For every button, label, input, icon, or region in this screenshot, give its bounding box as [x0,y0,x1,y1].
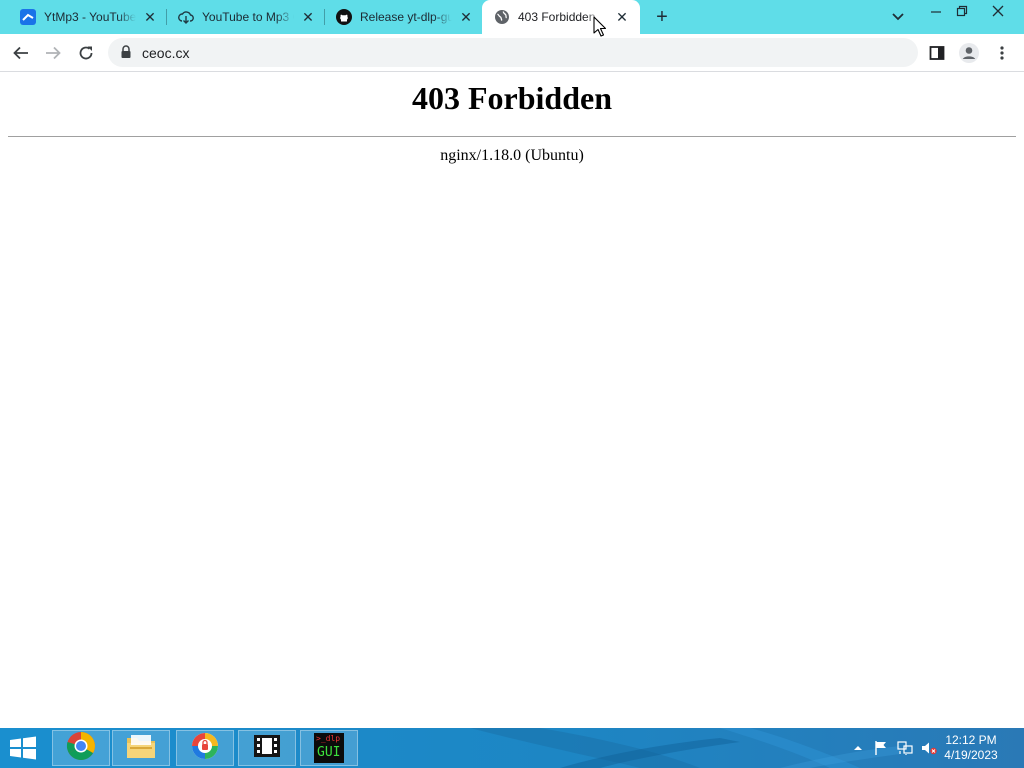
forward-button[interactable] [40,40,66,66]
volume-muted-icon[interactable] [921,740,937,756]
reload-button[interactable] [73,40,99,66]
page-title: 403 Forbidden [411,80,613,116]
taskbar-chrome[interactable] [52,730,110,766]
tab-search-chevron-icon[interactable] [889,9,907,25]
globe-icon [494,9,510,25]
tab-title: 403 Forbidden [518,10,596,24]
profile-avatar[interactable] [956,40,982,66]
taskbar-vpn[interactable] [176,730,234,766]
cloud-download-icon [178,9,194,25]
close-tab-icon[interactable]: ✕ [300,9,316,25]
divider [8,136,1016,137]
vpn-icon [190,731,220,766]
chrome-icon [66,731,96,766]
tab-title: YtMp3 - YouTube [44,10,136,24]
lock-icon[interactable] [120,45,132,59]
address-bar[interactable] [108,38,918,67]
close-tab-icon[interactable]: ✕ [614,9,630,25]
media-player-icon [252,733,282,764]
taskbar: >_dlp GUI 12:12 PM 4/19/2023 [0,728,1024,768]
system-clock[interactable]: 12:12 PM 4/19/2023 [936,733,1006,763]
show-hidden-icons-icon[interactable] [850,740,866,756]
tab-title: Release yt-dlp-gui [360,10,452,24]
clock-date: 4/19/2023 [944,748,998,762]
url-text[interactable]: ceoc.cx [142,45,189,61]
tab-release-yt-dlp-gui[interactable]: Release yt-dlp-gui ✕ [316,0,484,34]
more-menu-icon[interactable] [989,40,1015,66]
github-icon [336,9,352,25]
server-signature: nginx/1.18.0 (Ubuntu) [440,147,584,164]
back-button[interactable] [8,40,34,66]
tab-title: YouTube to Mp3 C [202,10,294,24]
mouse-cursor-icon [593,16,607,38]
network-icon[interactable] [897,740,913,756]
clock-time: 12:12 PM [945,733,997,747]
file-explorer-icon [125,732,157,765]
page-content: 403 Forbidden nginx/1.18.0 (Ubuntu) [0,72,1024,728]
tab-youtube-to-mp3[interactable]: YouTube to Mp3 C ✕ [158,0,326,34]
close-tab-icon[interactable]: ✕ [142,9,158,25]
new-tab-button[interactable]: + [652,7,672,27]
side-panel-icon[interactable] [924,40,950,66]
tab-strip: YtMp3 - YouTube ✕ YouTube to Mp3 C ✕ Rel… [0,0,1024,34]
taskbar-yt-dlp-gui[interactable]: >_dlp GUI [300,730,358,766]
tab-403-forbidden[interactable]: 403 Forbidden ✕ [482,0,640,34]
restore-button[interactable] [946,0,978,22]
close-tab-icon[interactable]: ✕ [458,9,474,25]
windows-start-button[interactable] [8,736,38,760]
yt-dlp-gui-icon: >_dlp GUI [314,733,344,763]
taskbar-media-player[interactable] [238,730,296,766]
action-center-flag-icon[interactable] [873,740,889,756]
close-window-button[interactable] [982,0,1014,22]
ytmp3-icon [20,9,36,25]
tab-ytmp3[interactable]: YtMp3 - YouTube ✕ [0,0,168,34]
yt-dlp-gui-icon-label-top: >_dlp [316,734,341,743]
yt-dlp-gui-icon-label-bottom: GUI [317,745,341,760]
taskbar-file-explorer[interactable] [112,730,170,766]
